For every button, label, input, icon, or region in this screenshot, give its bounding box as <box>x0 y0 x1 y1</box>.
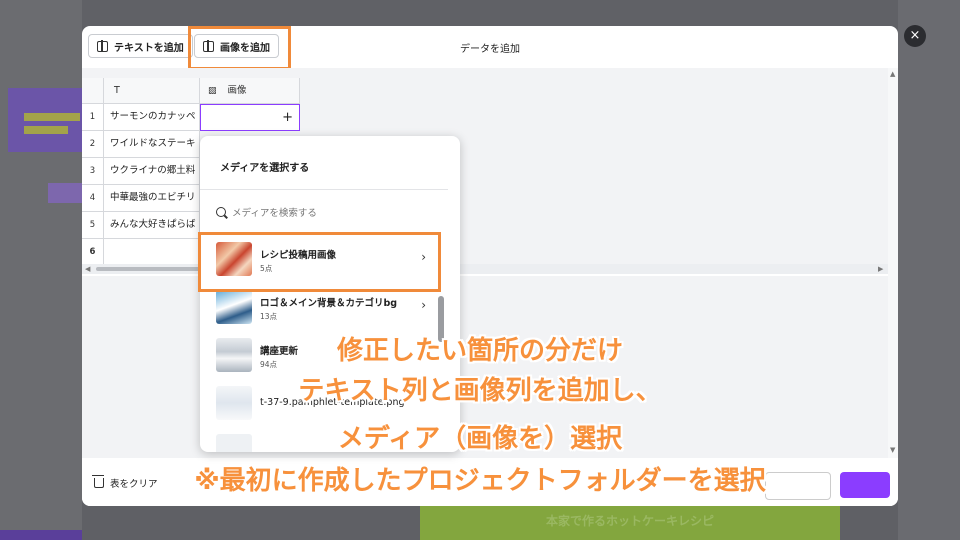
text-icon: T <box>114 85 120 96</box>
background-block <box>24 126 68 134</box>
column-header-label: 画像 <box>227 85 247 96</box>
column-header-text[interactable]: T <box>104 78 200 104</box>
chevron-right-icon: › <box>421 298 426 312</box>
highlight-box <box>198 232 441 292</box>
text-cell[interactable]: みんな大好きぱらば <box>104 212 200 239</box>
background-sidebar <box>0 0 82 540</box>
background-block <box>24 113 80 121</box>
search-placeholder: メディアを検索する <box>232 208 317 219</box>
scroll-right-icon[interactable]: ▶ <box>878 265 883 273</box>
text-cell[interactable]: ワイルドなステーキ <box>104 131 200 158</box>
caption-line: 修正したい箇所の分だけ <box>336 336 623 366</box>
row-number: 4 <box>82 185 104 212</box>
background-button-label: 本家で作るホットケーキレシピ <box>545 514 714 528</box>
folder-thumbnail <box>216 290 252 324</box>
media-search-input[interactable]: メディアを検索する <box>216 202 436 222</box>
scroll-left-icon[interactable]: ◀ <box>85 265 90 273</box>
background-right <box>898 0 960 540</box>
folder-name: ロゴ＆メイン背景＆カテゴリbg <box>260 298 398 309</box>
search-icon <box>216 207 226 217</box>
background-block <box>0 530 82 540</box>
background-top <box>82 0 898 26</box>
text-cell[interactable]: サーモンのカナッペ <box>104 104 200 131</box>
modal-toolbar: テキストを追加 画像を追加 データを追加 <box>82 26 898 70</box>
text-cell[interactable]: ウクライナの郷土料 <box>104 158 200 185</box>
row-number: 2 <box>82 131 104 158</box>
close-button[interactable]: × <box>904 25 926 47</box>
modal-title: データを追加 <box>460 44 520 55</box>
add-media-icon[interactable]: + <box>282 105 293 130</box>
background-primary-button: 本家で作るホットケーキレシピ <box>420 506 840 540</box>
column-header-image[interactable]: ▧ 画像 <box>200 78 300 104</box>
folder-count: 13点 <box>260 312 278 321</box>
row-number: 1 <box>82 104 104 131</box>
image-icon: ▧ <box>208 86 217 96</box>
text-cell[interactable]: 中華最強のエビチリ <box>104 185 200 212</box>
caption-line: メディア（画像を）選択 <box>337 424 623 454</box>
text-cell[interactable] <box>104 239 200 266</box>
caption-line: テキスト列と画像列を追加し、 <box>298 376 662 406</box>
divider <box>200 189 448 190</box>
scroll-up-icon[interactable]: ▲ <box>890 70 895 78</box>
caption-line: ※最初に作成したプロジェクトフォルダーを選択 <box>194 466 766 496</box>
corner-cell <box>82 78 104 104</box>
row-number: 3 <box>82 158 104 185</box>
image-cell-selected[interactable]: + <box>200 104 300 131</box>
row-number: 6 <box>82 239 104 266</box>
background-block <box>48 183 82 203</box>
row-number: 5 <box>82 212 104 239</box>
media-panel-title: メディアを選択する <box>220 163 310 174</box>
